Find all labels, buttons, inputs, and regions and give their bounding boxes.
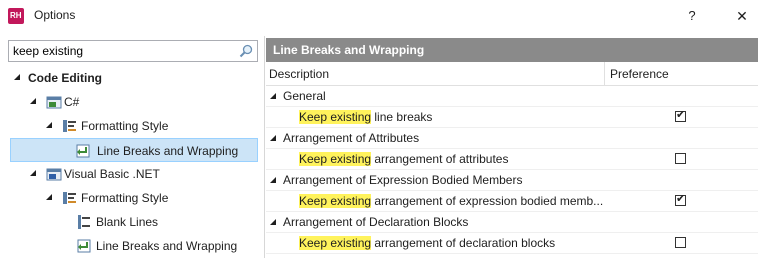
search-icon[interactable] <box>239 44 253 58</box>
setting-row-keep-attributes[interactable]: Keep existing arrangement of attributes <box>266 149 758 170</box>
tree-item-line-breaks-vb[interactable]: Line Breaks and Wrapping <box>0 234 264 258</box>
group-row-attributes[interactable]: Arrangement of Attributes <box>266 128 758 149</box>
checkmark-icon: ✔ <box>676 193 686 205</box>
title-bar: RH Options ? ✕ <box>0 0 766 32</box>
expanded-arrow-icon[interactable] <box>30 170 36 176</box>
expanded-arrow-icon[interactable] <box>46 194 52 200</box>
tree-item-label: Line Breaks and Wrapping <box>97 144 239 158</box>
tree-item-formatting-style[interactable]: Formatting Style <box>0 114 264 138</box>
expanded-arrow-icon[interactable] <box>30 98 36 104</box>
expanded-arrow-icon[interactable] <box>46 122 52 128</box>
search-highlight: Keep existing <box>299 236 372 250</box>
search-highlight: Keep existing <box>299 152 372 166</box>
tree-item-label: C# <box>64 95 80 109</box>
group-row-expression-bodied[interactable]: Arrangement of Expression Bodied Members <box>266 170 758 191</box>
group-label: General <box>283 89 326 103</box>
setting-row-keep-line-breaks[interactable]: Keep existing line breaks ✔ <box>266 107 758 128</box>
search-box[interactable] <box>8 40 258 62</box>
setting-label: Keep existing arrangement of expression … <box>299 194 603 208</box>
tree-item-label: Blank Lines <box>96 215 159 229</box>
description-column-header[interactable]: Description <box>269 67 329 81</box>
close-button[interactable]: ✕ <box>730 6 754 26</box>
group-label: Arrangement of Attributes <box>283 131 420 145</box>
window-title: Options <box>34 8 76 22</box>
tree-item-visual-basic[interactable]: Visual Basic .NET <box>0 162 264 186</box>
setting-row-keep-declaration-blocks[interactable]: Keep existing arrangement of declaration… <box>266 233 758 254</box>
setting-label: Keep existing line breaks <box>299 110 432 124</box>
formatting-style-icon <box>63 120 76 132</box>
preference-checkbox[interactable]: ✔ <box>675 109 686 122</box>
tree-item-line-breaks-selected[interactable]: Line Breaks and Wrapping <box>10 138 258 162</box>
vb-project-icon <box>46 168 62 181</box>
search-input[interactable] <box>13 43 233 59</box>
help-button[interactable]: ? <box>682 6 702 26</box>
tree-item-label: Visual Basic .NET <box>64 167 160 181</box>
options-tree-panel: Code Editing C# Formatting Style Line Br… <box>0 36 264 258</box>
panel-title: Line Breaks and Wrapping <box>266 38 758 62</box>
formatting-style-icon <box>63 192 76 204</box>
tree-item-label: Formatting Style <box>81 191 169 205</box>
line-breaks-icon <box>76 144 90 158</box>
group-row-declaration-blocks[interactable]: Arrangement of Declaration Blocks <box>266 212 758 233</box>
expanded-arrow-icon[interactable] <box>270 219 276 225</box>
expanded-arrow-icon[interactable] <box>270 93 276 99</box>
setting-label-rest: line breaks <box>371 110 433 124</box>
blank-lines-icon <box>78 215 90 229</box>
tree-item-code-editing[interactable]: Code Editing <box>0 66 264 90</box>
search-highlight: Keep existing <box>299 194 372 208</box>
settings-panel: Line Breaks and Wrapping Description Pre… <box>266 38 758 258</box>
preference-checkbox[interactable] <box>675 237 686 248</box>
expanded-arrow-icon[interactable] <box>270 177 276 183</box>
panel-divider[interactable] <box>264 36 265 258</box>
setting-row-keep-expression-bodied[interactable]: Keep existing arrangement of expression … <box>266 191 758 212</box>
setting-label-rest: arrangement of declaration blocks <box>371 236 556 250</box>
column-separator[interactable] <box>604 62 605 86</box>
search-highlight: Keep existing <box>299 110 372 124</box>
line-breaks-icon <box>77 239 91 253</box>
expanded-arrow-icon[interactable] <box>14 74 20 80</box>
tree-item-blank-lines[interactable]: Blank Lines <box>0 210 264 234</box>
tree-item-label: Formatting Style <box>81 119 169 133</box>
group-label: Arrangement of Expression Bodied Members <box>283 173 523 187</box>
preference-checkbox[interactable]: ✔ <box>675 193 686 206</box>
expanded-arrow-icon[interactable] <box>270 135 276 141</box>
setting-label: Keep existing arrangement of attributes <box>299 152 508 166</box>
setting-label-rest: arrangement of attributes <box>371 152 509 166</box>
checkmark-icon: ✔ <box>676 109 686 121</box>
preference-column-header[interactable]: Preference <box>610 67 669 81</box>
setting-label-rest: arrangement of expression bodied memb... <box>371 194 604 208</box>
tree-item-formatting-style-vb[interactable]: Formatting Style <box>0 186 264 210</box>
tree-item-csharp[interactable]: C# <box>0 90 264 114</box>
tree-item-label: Code Editing <box>28 71 102 85</box>
app-icon: RH <box>8 8 24 24</box>
group-row-general[interactable]: General <box>266 86 758 107</box>
tree-item-label: Line Breaks and Wrapping <box>96 239 238 253</box>
setting-label: Keep existing arrangement of declaration… <box>299 236 555 250</box>
csharp-project-icon <box>46 96 62 109</box>
grid-header: Description Preference <box>266 62 758 86</box>
group-label: Arrangement of Declaration Blocks <box>283 215 469 229</box>
preference-checkbox[interactable] <box>675 153 686 164</box>
